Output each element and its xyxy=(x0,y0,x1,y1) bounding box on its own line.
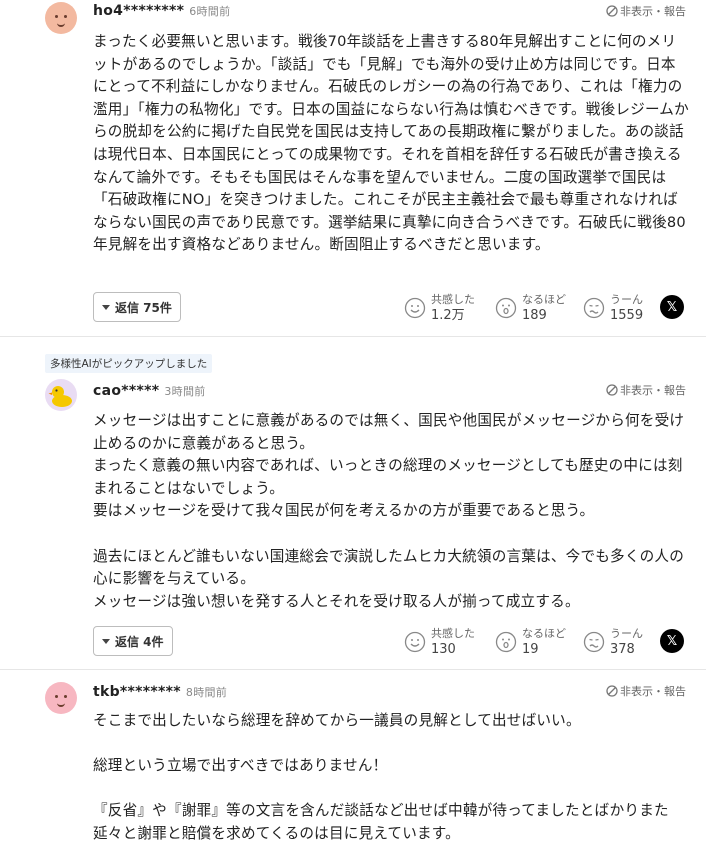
comment-username[interactable]: cao***** 3時間前 xyxy=(93,383,206,399)
ai-pickup-badge: 多様性AIがピックアップしました xyxy=(45,354,213,373)
reaction-count: 1.2万 xyxy=(431,308,465,323)
reaction-label: 共感した xyxy=(431,627,475,640)
comment-item: tkb******** 8時間前 非表示・報告 そこまで出したいなら総理を辞めてか… xyxy=(0,670,706,851)
username-text: tkb******** xyxy=(93,684,181,700)
reaction-label: なるほど xyxy=(522,293,566,306)
reply-toggle-button[interactable]: 返信 75件 xyxy=(93,292,181,322)
block-icon xyxy=(606,384,618,396)
reply-count-label: 返信 4件 xyxy=(115,634,164,649)
reaction-count: 1559 xyxy=(610,308,644,323)
caret-down-icon xyxy=(102,304,110,310)
reaction-count: 19 xyxy=(522,642,539,657)
username-text: cao***** xyxy=(93,383,160,399)
comment-username[interactable]: ho4******** 6時間前 xyxy=(93,3,230,19)
hide-report-label: 非表示・報告 xyxy=(620,5,686,18)
surprised-face-icon xyxy=(495,631,517,653)
hide-report-link[interactable]: 非表示・報告 xyxy=(606,382,686,398)
troubled-face-icon xyxy=(583,297,605,319)
user-avatar[interactable] xyxy=(45,2,77,34)
reaction-count: 130 xyxy=(431,642,456,657)
smile-face-icon xyxy=(404,297,426,319)
hide-report-link[interactable]: 非表示・報告 xyxy=(606,683,686,699)
block-icon xyxy=(606,685,618,697)
x-share-icon[interactable]: 𝕏 xyxy=(660,629,684,653)
comment-time: 8時間前 xyxy=(185,686,228,699)
user-avatar[interactable] xyxy=(45,682,77,714)
hmm-button[interactable]: うーん 378 xyxy=(583,626,643,658)
comment-item: 多様性AIがピックアップしました cao***** 3時間前 非表示・報告 メッセ… xyxy=(0,337,706,670)
smile-face-icon xyxy=(404,631,426,653)
username-text: ho4******** xyxy=(93,3,185,19)
comment-time: 6時間前 xyxy=(189,5,231,18)
surprised-face-icon xyxy=(495,297,517,319)
comment-body: まったく必要無いと思います。戦後70年談話を上書きする80年見解出すことに何のメ… xyxy=(93,33,689,254)
x-share-icon[interactable]: 𝕏 xyxy=(660,295,684,319)
hmm-button[interactable]: うーん 1559 xyxy=(583,292,643,324)
reaction-count: 189 xyxy=(522,308,547,323)
hide-report-label: 非表示・報告 xyxy=(620,384,686,397)
reaction-label: 共感した xyxy=(431,293,475,306)
comment-username[interactable]: tkb******** 8時間前 xyxy=(93,684,227,700)
duck-icon xyxy=(48,386,72,407)
hide-report-label: 非表示・報告 xyxy=(620,685,686,698)
reaction-label: なるほど xyxy=(522,627,566,640)
comment-time: 3時間前 xyxy=(164,385,206,398)
reaction-count: 378 xyxy=(610,642,635,657)
empathy-button[interactable]: 共感した 1.2万 xyxy=(404,292,475,324)
caret-down-icon xyxy=(102,638,110,644)
troubled-face-icon xyxy=(583,631,605,653)
hide-report-link[interactable]: 非表示・報告 xyxy=(606,3,686,19)
comment-body: そこまで出したいなら総理を辞めてから一議員の見解として出せばいい。 総理という立… xyxy=(93,712,669,842)
insightful-button[interactable]: なるほど 189 xyxy=(495,292,566,324)
comment-body: メッセージは出すことに意義があるのでは無く、国民や他国民がメッセージから何を受け… xyxy=(93,412,685,610)
block-icon xyxy=(606,5,618,17)
reply-toggle-button[interactable]: 返信 4件 xyxy=(93,626,173,656)
reaction-label: うーん xyxy=(610,293,643,306)
comment-item: ho4******** 6時間前 非表示・報告 まったく必要無いと思います。戦後7… xyxy=(0,0,706,337)
user-avatar[interactable] xyxy=(45,379,77,411)
reaction-label: うーん xyxy=(610,627,643,640)
reply-count-label: 返信 75件 xyxy=(115,300,172,315)
empathy-button[interactable]: 共感した 130 xyxy=(404,626,475,658)
insightful-button[interactable]: なるほど 19 xyxy=(495,626,566,658)
